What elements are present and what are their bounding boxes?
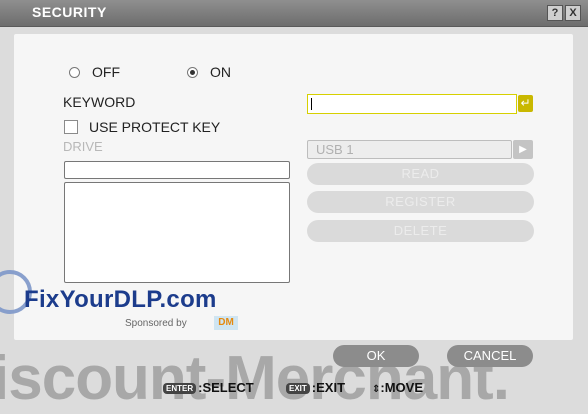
cancel-button[interactable]: CANCEL bbox=[447, 345, 533, 367]
keyword-label: KEYWORD bbox=[63, 94, 136, 110]
on-radio[interactable] bbox=[187, 67, 198, 78]
hint-select: ENTER:SELECT bbox=[163, 380, 254, 395]
play-arrow-icon[interactable]: ▶ bbox=[513, 140, 533, 159]
enter-key-icon: ENTER bbox=[163, 383, 197, 395]
exit-key-icon: EXIT bbox=[286, 383, 310, 395]
drive-list[interactable] bbox=[64, 182, 290, 283]
keyword-input[interactable] bbox=[307, 94, 517, 114]
enter-icon[interactable]: ↵ bbox=[518, 95, 533, 112]
sponsored-text: Sponsored by bbox=[125, 318, 187, 329]
drive-field[interactable] bbox=[64, 161, 290, 179]
hint-exit-label: :EXIT bbox=[311, 380, 346, 395]
help-button[interactable]: ? bbox=[547, 5, 563, 21]
delete-button[interactable]: DELETE bbox=[307, 220, 534, 242]
hint-select-label: :SELECT bbox=[198, 380, 254, 395]
sponsor-logo: DM bbox=[214, 316, 238, 330]
merchant-watermark: iscount-Merchant. bbox=[0, 344, 510, 413]
on-label: ON bbox=[210, 64, 231, 80]
hint-move: ⇕:MOVE bbox=[372, 380, 423, 395]
text-caret bbox=[311, 98, 312, 110]
hint-exit: EXIT:EXIT bbox=[286, 380, 345, 395]
off-radio[interactable] bbox=[69, 67, 80, 78]
site-watermark: FixYourDLP.com bbox=[24, 286, 217, 313]
register-button[interactable]: REGISTER bbox=[307, 191, 534, 213]
ok-button[interactable]: OK bbox=[333, 345, 419, 367]
read-button[interactable]: READ bbox=[307, 163, 534, 185]
drive-label: DRIVE bbox=[63, 139, 103, 154]
close-button[interactable]: X bbox=[565, 5, 581, 21]
usb-select[interactable]: USB 1 bbox=[307, 140, 512, 159]
use-protect-key-label: USE PROTECT KEY bbox=[89, 119, 221, 135]
window-title: SECURITY bbox=[32, 4, 107, 20]
use-protect-key-checkbox[interactable] bbox=[64, 120, 78, 134]
off-label: OFF bbox=[92, 64, 120, 80]
hint-move-label: :MOVE bbox=[380, 380, 424, 395]
